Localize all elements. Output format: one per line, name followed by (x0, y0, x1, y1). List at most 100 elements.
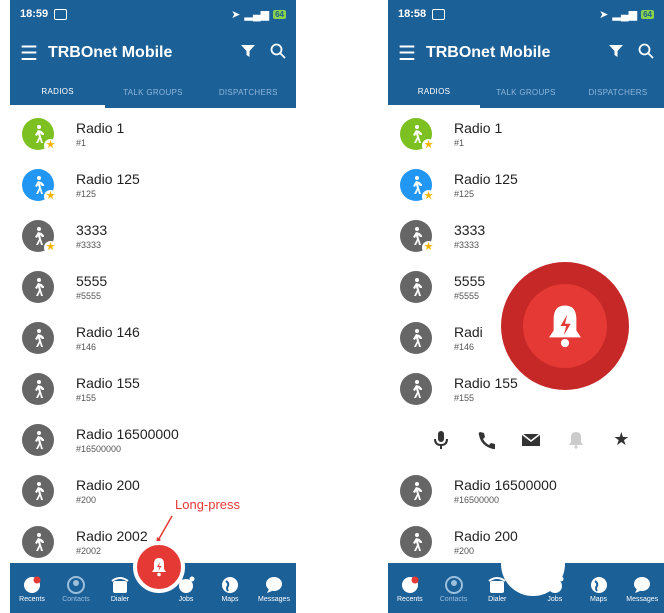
app-title: TRBOnet Mobile (47, 44, 173, 61)
radio-name: 5555 (76, 272, 108, 289)
app-title: TRBOnet Mobile (425, 44, 551, 61)
nav-contacts[interactable]: Contacts (432, 574, 476, 603)
radio-list-item[interactable]: 5555 #5555 (10, 261, 296, 312)
email-icon[interactable] (519, 428, 543, 452)
radio-list-item[interactable]: Radio 200 #200 (10, 465, 296, 516)
search-icon[interactable] (638, 43, 654, 64)
alarm-bell-icon (152, 558, 166, 577)
radio-list-item[interactable]: ★ 3333 #3333 (388, 210, 664, 261)
signal-icon: ▂▄▆ (612, 8, 638, 21)
nav-label: Dialer (110, 595, 130, 603)
notification-icon (432, 8, 446, 20)
radio-name: 3333 (454, 221, 486, 238)
app-bar: ☰ TRBOnet Mobile (388, 28, 664, 78)
radio-avatar-icon (400, 372, 432, 405)
alarm-button[interactable] (133, 541, 185, 593)
recents-icon (388, 574, 432, 596)
menu-icon[interactable]: ☰ (20, 41, 38, 66)
tab-radios[interactable]: RADIOS (388, 78, 480, 108)
nav-maps[interactable]: Maps (208, 574, 252, 603)
phone-icon[interactable] (474, 428, 498, 452)
radio-list-item[interactable]: ★ Radio 1 #1 (388, 108, 664, 159)
nav-label: Jobs (547, 595, 563, 603)
radio-list-item[interactable]: Radio 155 #155 (10, 363, 296, 414)
radio-name: 3333 (76, 221, 108, 238)
radio-id: #146 (454, 341, 475, 352)
nav-label: Contacts (439, 595, 468, 603)
radio-name: Radio 2002 (76, 527, 148, 544)
location-icon: ➤ (231, 8, 241, 21)
radio-name: Radio 16500000 (76, 425, 179, 442)
radio-avatar-icon (400, 270, 432, 303)
tab-talk-groups[interactable]: TALK GROUPS (480, 78, 572, 108)
notification-icon (54, 8, 68, 20)
radio-avatar-icon (22, 474, 54, 507)
nav-messages[interactable]: Messages (252, 574, 296, 603)
nav-label: Recents (397, 595, 423, 603)
radio-name: 5555 (454, 272, 486, 289)
radio-id: #200 (454, 545, 475, 556)
phone-screen-right: 18:58 ➤ ▂▄▆ 64 ☰ TRBOnet Mobile RADIOS T… (388, 0, 664, 613)
status-bar: 18:58 ➤ ▂▄▆ 64 (388, 0, 664, 28)
status-time: 18:58 (398, 8, 427, 20)
radio-name: Radio 155 (76, 374, 140, 391)
radio-id: #1 (454, 137, 465, 148)
radio-list-item[interactable]: ★ Radio 1 #1 (10, 108, 296, 159)
radio-avatar-icon (22, 321, 54, 354)
radio-avatar-icon (22, 372, 54, 405)
radio-list: ★ Radio 1 #1 ★ Radio 125 #125 ★ 3333 #3333 5555 #5… (10, 108, 296, 567)
tab-talk-groups[interactable]: TALK GROUPS (105, 78, 200, 108)
radio-id: #5555 (454, 290, 480, 301)
alarm-bell-disabled-icon (564, 428, 588, 452)
nav-label: Messages (258, 595, 290, 603)
nav-contacts[interactable]: Contacts (54, 574, 98, 603)
tab-dispatchers[interactable]: DISPATCHERS (201, 78, 296, 108)
radio-avatar-icon (22, 525, 54, 558)
favorite-star-icon: ★ (422, 138, 435, 152)
radio-avatar-icon (400, 321, 432, 354)
nav-recents[interactable]: Recents (10, 574, 54, 603)
microphone-icon[interactable] (429, 428, 453, 452)
radio-list-item[interactable]: Radio 16500000 #16500000 (10, 414, 296, 465)
nav-label: Dialer (488, 595, 507, 603)
filter-icon[interactable] (608, 43, 624, 64)
radio-list-item[interactable]: ★ Radio 125 #125 (388, 159, 664, 210)
radio-avatar-icon: ★ (22, 117, 57, 152)
radio-name: Radio 146 (76, 323, 140, 340)
nav-label: Maps (589, 595, 608, 603)
search-icon[interactable] (270, 43, 286, 64)
annotation-label: Long-press (175, 497, 241, 512)
alarm-overlay[interactable] (501, 262, 629, 390)
tab-radios[interactable]: RADIOS (10, 78, 106, 108)
radio-list-item[interactable]: Radio 146 #146 (10, 312, 296, 363)
location-icon: ➤ (599, 8, 609, 21)
alarm-bell-icon (549, 305, 581, 348)
recents-icon (10, 574, 54, 596)
nav-messages[interactable]: Messages (620, 574, 664, 603)
filter-icon[interactable] (240, 43, 256, 64)
tab-dispatchers[interactable]: DISPATCHERS (572, 78, 664, 108)
contacts-icon (54, 574, 98, 596)
chat-bubble-icon (620, 574, 664, 596)
battery-icon: 64 (641, 9, 654, 19)
status-bar: 18:59 ➤ ▂▄▆ 64 (10, 0, 296, 28)
contacts-icon (432, 574, 476, 596)
favorite-star-icon: ★ (44, 240, 57, 254)
radio-id: #1 (76, 137, 87, 148)
radio-list-item[interactable]: ★ Radio 125 #125 (10, 159, 296, 210)
radio-name: Radio 125 (76, 170, 140, 187)
radio-avatar-icon (400, 525, 432, 558)
nav-maps[interactable]: Maps (577, 574, 621, 603)
status-time: 18:59 (20, 8, 49, 20)
radio-name: Radio 1 (454, 119, 503, 136)
menu-icon[interactable]: ☰ (398, 41, 416, 66)
radio-id: #125 (76, 188, 97, 199)
radio-list-item[interactable]: Radio 16500000 #16500000 (388, 465, 664, 516)
radio-name: Radio 16500000 (454, 476, 557, 493)
nav-label: Messages (626, 595, 659, 603)
favorite-star-icon[interactable]: ★ (609, 428, 633, 452)
radio-list-item[interactable]: ★ 3333 #3333 (10, 210, 296, 261)
nav-label: Maps (221, 595, 239, 603)
radio-avatar-icon: ★ (400, 168, 435, 203)
nav-recents[interactable]: Recents (388, 574, 432, 603)
